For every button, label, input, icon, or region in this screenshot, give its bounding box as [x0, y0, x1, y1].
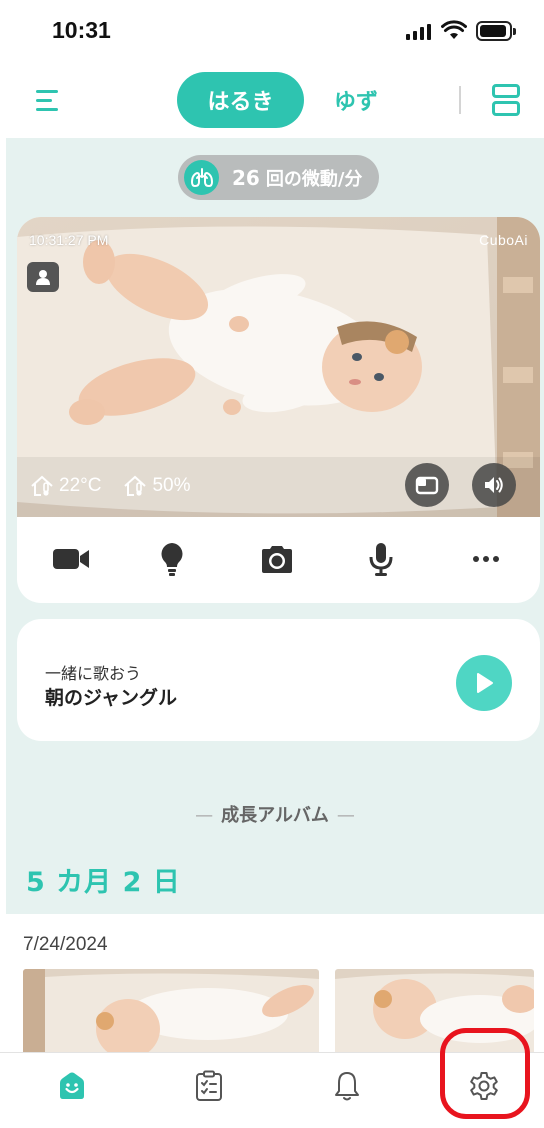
album-photo[interactable]	[23, 969, 319, 1059]
speaker-icon	[485, 477, 503, 493]
tab-haruki[interactable]: はるき	[177, 72, 304, 128]
lungs-icon	[184, 160, 219, 195]
song-subtitle: 一緒に歌おう	[45, 664, 142, 683]
camera-brand: CuboAi	[479, 232, 528, 248]
humidity-value: 50%	[152, 475, 191, 496]
album-heading-dash: —	[336, 805, 355, 826]
status-bar: 10:31	[0, 0, 544, 64]
camera-toolbar	[17, 517, 540, 603]
bell-icon	[335, 1072, 359, 1101]
nav-home[interactable]	[52, 1066, 92, 1106]
camera-timestamp: 10:31:27 PM	[29, 232, 109, 248]
album-date: 7/24/2024	[23, 934, 108, 955]
home-humidity-icon	[124, 475, 147, 496]
album-heading-dash: —	[195, 805, 214, 826]
tab-yuzu[interactable]: ゆず	[318, 72, 394, 128]
humidity-reading: 50%	[123, 475, 190, 497]
snapshot-button[interactable]	[255, 537, 299, 581]
picture-in-picture-button[interactable]	[405, 463, 449, 507]
song-title: 朝のジャングル	[45, 687, 178, 709]
nav-log[interactable]	[189, 1066, 229, 1106]
more-icon	[473, 556, 499, 562]
battery-icon	[476, 21, 516, 41]
video-camera-icon	[53, 549, 89, 569]
video-camera-button[interactable]	[49, 537, 93, 581]
camera-card: 10:31:27 PM CuboAi 22°C 50%	[17, 217, 540, 603]
temperature-reading: 22°C	[30, 475, 101, 497]
header: はるき ゆず	[0, 64, 544, 138]
microphone-icon	[369, 543, 393, 576]
baby-age: 5 カ月 2 日	[26, 867, 181, 898]
breathing-badge: 26 回の微動/分	[178, 155, 379, 200]
home-thermometer-icon	[31, 475, 53, 496]
breathing-count: 26	[232, 165, 260, 190]
camera-feed[interactable]: 10:31:27 PM CuboAi 22°C 50%	[17, 217, 540, 517]
camera-icon	[262, 546, 292, 573]
light-bulb-icon	[161, 543, 183, 576]
light-button[interactable]	[150, 537, 194, 581]
talk-button[interactable]	[359, 537, 403, 581]
more-button[interactable]	[464, 537, 508, 581]
main-content: 26 回の微動/分 10:31:27 PM CuboAi 22°C 50% 一緒…	[6, 138, 544, 914]
menu-icon[interactable]	[36, 88, 60, 112]
home-icon	[60, 1072, 84, 1099]
album-heading: — 成長アルバム —	[6, 801, 544, 827]
settings-highlight-annotation	[440, 1028, 530, 1119]
picture-in-picture-icon	[415, 476, 439, 495]
layout-toggle-icon[interactable]	[492, 84, 520, 116]
log-icon	[196, 1070, 222, 1101]
volume-button[interactable]	[472, 463, 516, 507]
camera-environment: 22°C 50%	[30, 475, 212, 497]
play-button[interactable]	[456, 655, 512, 711]
header-divider	[459, 86, 461, 114]
nav-notifications[interactable]	[327, 1066, 367, 1106]
signal-icon	[406, 24, 432, 40]
song-card[interactable]: 一緒に歌おう 朝のジャングル	[17, 619, 540, 741]
temperature-value: 22°C	[59, 475, 102, 496]
play-icon	[477, 673, 493, 693]
album-heading-text: 成長アルバム	[221, 805, 329, 826]
breathing-unit: 回の微動/分	[265, 168, 363, 190]
baby-camera-image	[17, 217, 540, 517]
person-icon[interactable]	[27, 262, 59, 292]
wifi-icon	[441, 20, 467, 44]
status-time: 10:31	[52, 17, 111, 43]
